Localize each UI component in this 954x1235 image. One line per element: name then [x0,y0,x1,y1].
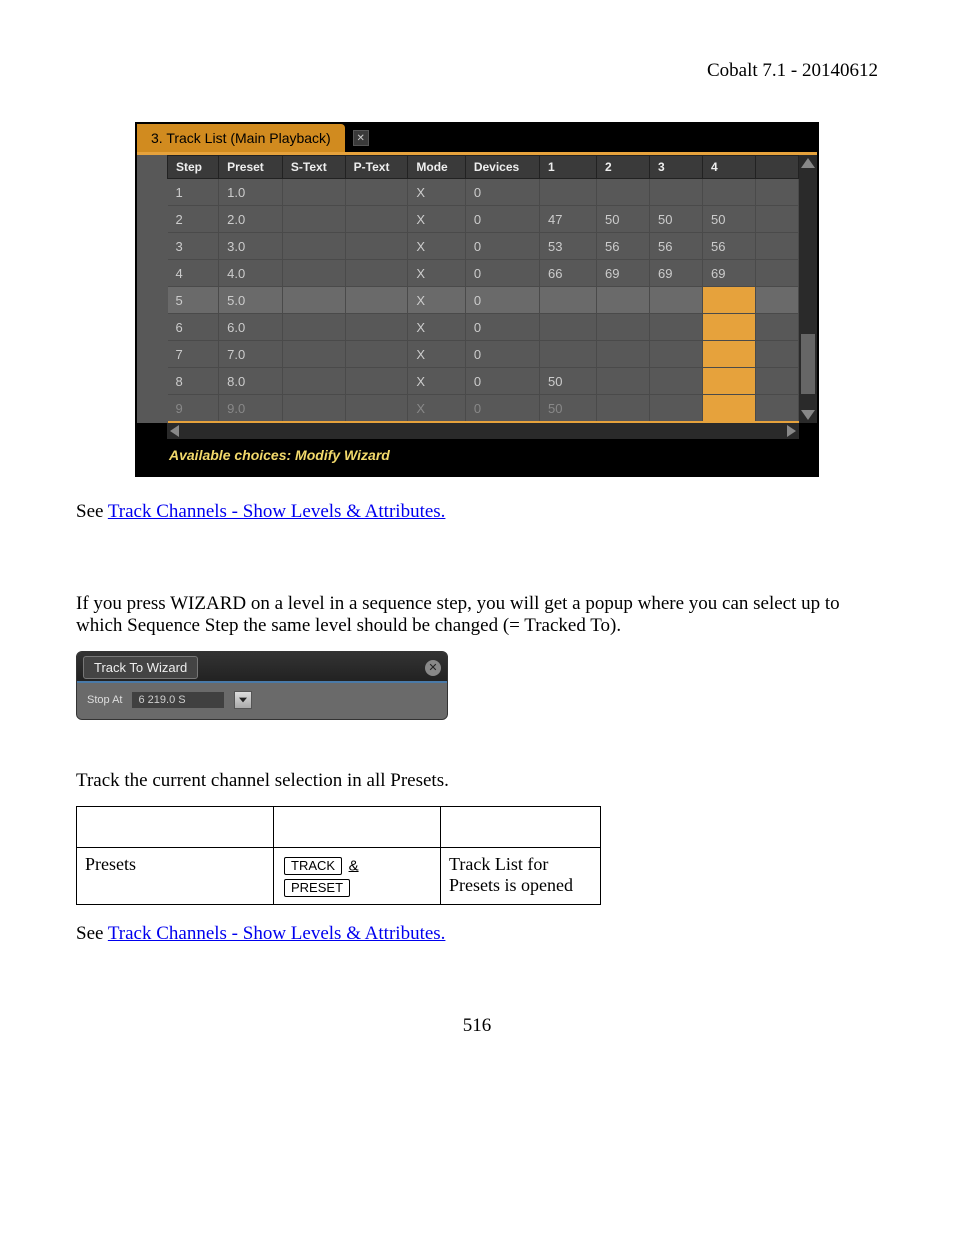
track-channels-link[interactable]: Track Channels - Show Levels & Attribute… [108,501,446,522]
table-row[interactable]: 44.0X066696969 [168,260,799,287]
col-3[interactable]: 3 [650,156,703,179]
action-label: Presets [77,848,274,905]
tracklist-window: 3. Track List (Main Playback) ✕ Step Pre… [135,122,819,477]
table-row[interactable]: 22.0X047505050 [168,206,799,233]
vertical-scrollbar[interactable] [799,155,817,423]
scroll-down-icon[interactable] [801,410,815,420]
close-icon[interactable]: ✕ [425,660,441,676]
col-stext[interactable]: S-Text [282,156,345,179]
table-row[interactable]: 55.0X0 [168,287,799,314]
close-icon[interactable]: ✕ [353,130,369,146]
col-preset[interactable]: Preset [219,156,283,179]
table-row[interactable]: 99.0X050 [168,395,799,423]
tracklist-footer: Available choices: Modify Wizard [137,439,817,475]
window-title-tab[interactable]: 3. Track List (Main Playback) [137,124,345,152]
table-row[interactable]: 88.0X050 [168,368,799,395]
dropdown-icon[interactable] [234,691,252,709]
ampersand: & [349,857,359,874]
presets-intro-paragraph: Track the current channel selection in a… [76,770,878,792]
wizard-title: Track To Wizard [83,656,198,679]
col-devices[interactable]: Devices [465,156,539,179]
table-row[interactable]: 66.0X0 [168,314,799,341]
col-step[interactable]: Step [168,156,219,179]
scroll-left-icon[interactable] [170,425,179,437]
table-row[interactable]: 33.0X053565656 [168,233,799,260]
key-preset: PRESET [284,879,350,897]
document-header: Cobalt 7.1 - 20140612 [76,60,878,82]
scroll-right-icon[interactable] [787,425,796,437]
table-row[interactable]: 11.0X0 [168,179,799,206]
horizontal-scrollbar[interactable] [167,423,799,439]
track-to-wizard-dialog: Track To Wizard ✕ Stop At 6 219.0 S [76,651,448,720]
col-ptext[interactable]: P-Text [345,156,408,179]
stop-at-label: Stop At [87,694,122,706]
see-link-paragraph-2: See Track Channels - Show Levels & Attri… [76,923,878,945]
col-mode[interactable]: Mode [408,156,465,179]
table-row[interactable]: 77.0X0 [168,341,799,368]
track-channels-link[interactable]: Track Channels - Show Levels & Attribute… [108,923,446,944]
action-table: Presets TRACK & PRESET Track List for Pr… [76,806,601,905]
wizard-intro-paragraph: If you press WIZARD on a level in a sequ… [76,593,878,637]
col-1[interactable]: 1 [540,156,597,179]
see-link-paragraph-1: See Track Channels - Show Levels & Attri… [76,501,878,523]
col-2[interactable]: 2 [597,156,650,179]
col-4[interactable]: 4 [703,156,756,179]
stop-at-field[interactable]: 6 219.0 S [132,692,224,708]
tracklist-grid[interactable]: Step Preset S-Text P-Text Mode Devices 1… [167,155,799,423]
key-track: TRACK [284,857,342,875]
page-number: 516 [76,1015,878,1037]
action-result: Track List for Presets is opened [441,848,601,905]
scroll-up-icon[interactable] [801,158,815,168]
